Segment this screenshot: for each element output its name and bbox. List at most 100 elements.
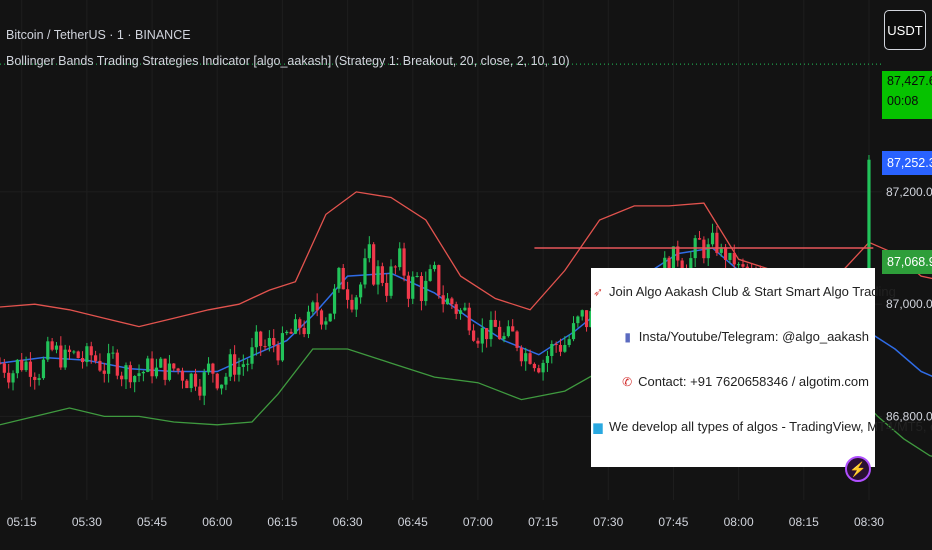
candle-body [485, 328, 489, 340]
candle-body [545, 355, 550, 363]
candle-body [15, 359, 19, 374]
candle-body [450, 298, 454, 305]
candle-body [67, 349, 72, 353]
time-axis-label: 07:00 [463, 515, 493, 529]
price-axis-label: 87,200.00 [886, 185, 932, 199]
candle-body [11, 373, 15, 383]
candle-body [332, 288, 337, 314]
candle-body [493, 319, 497, 327]
candle-body [7, 372, 11, 383]
candle-body [24, 361, 28, 371]
candle-body [0, 363, 2, 365]
candle-body [72, 351, 76, 353]
candle-body [141, 371, 145, 374]
candle-body [202, 372, 206, 396]
candle-body [246, 363, 250, 365]
phone-icon: ▮ [624, 330, 632, 344]
time-axis-label: 06:15 [267, 515, 297, 529]
candle-body [359, 284, 363, 298]
indicator-title[interactable]: Bollinger Bands Trading Strategies Indic… [6, 54, 570, 68]
candle-body [402, 248, 406, 276]
candle-body [315, 302, 319, 311]
candle-body [146, 358, 150, 372]
candle-body [89, 346, 93, 356]
candle-body [328, 313, 332, 322]
time-axis[interactable]: 05:15 05:30 05:45 06:00 06:15 06:30 06:45 07:00… [7, 515, 885, 529]
candle-body [80, 358, 85, 363]
candle-body [441, 295, 445, 305]
candle-body [189, 373, 193, 389]
candle-body [298, 319, 302, 328]
candle-body [250, 347, 254, 364]
candle-body [715, 232, 719, 253]
symbol-title: Bitcoin / TetherUS · 1 · BINANCE [6, 28, 191, 42]
lightning-icon[interactable]: ⚡ [845, 456, 871, 482]
candle-body [737, 264, 741, 266]
candle-body [206, 363, 211, 373]
candle-body [372, 244, 376, 285]
time-axis-label: 06:30 [333, 515, 363, 529]
candle-body [702, 239, 706, 259]
candle-body [193, 373, 198, 387]
candle-body [415, 275, 419, 277]
candle-body [293, 319, 298, 334]
bar-countdown: 00:08 [887, 94, 919, 108]
candle-body [354, 297, 358, 310]
candle-body [98, 360, 102, 371]
candle-body [558, 344, 563, 352]
candle-body [185, 380, 189, 389]
candle-body [337, 267, 341, 289]
candle-body [424, 280, 428, 302]
candle-body [467, 307, 471, 331]
candle-body [710, 232, 715, 245]
last-price-tag: 87,427.63 00:08 [882, 71, 932, 119]
time-axis-label: 08:30 [854, 515, 884, 529]
time-axis-label: 05:30 [72, 515, 102, 529]
price-axis[interactable]: 87,200.0087,000.0086,800.00 [886, 185, 932, 423]
lower-band-price-tag: 87,068.97 [882, 250, 932, 274]
candle-body [406, 275, 411, 299]
candle-body [515, 331, 519, 348]
candle-body [46, 341, 50, 360]
candle-body [93, 355, 98, 361]
candle-body [363, 258, 367, 285]
candle-body [215, 373, 219, 389]
candle-body [324, 321, 328, 325]
candle-body [289, 331, 293, 334]
candle-body [554, 343, 558, 345]
candle-body [128, 365, 132, 383]
candle-body [41, 359, 46, 379]
candle-body [259, 331, 263, 347]
candle-body [198, 386, 202, 396]
candle-body [580, 310, 584, 317]
candle-body [50, 341, 54, 350]
candle-body [228, 354, 232, 377]
candle-body [524, 353, 528, 362]
candle-body [85, 346, 89, 363]
candle-body [498, 326, 502, 340]
candle-body [180, 370, 185, 381]
candle-body [567, 339, 571, 345]
candle-body [224, 376, 228, 385]
candle-body [428, 269, 432, 281]
candle-body [237, 366, 241, 375]
last-price-value: 87,427.63 [887, 74, 932, 88]
currency-button[interactable]: USDT [884, 10, 926, 50]
candle-body [263, 346, 267, 348]
time-axis-label: 07:15 [528, 515, 558, 529]
candle-body [345, 289, 350, 300]
candle-body [176, 368, 180, 371]
candle-body [20, 359, 24, 371]
info-row: ➶ Join Algo Aakash Club & Start Smart Alg… [591, 282, 896, 327]
candle-body [306, 311, 311, 335]
candle-body [111, 352, 115, 354]
candle-body [506, 326, 510, 337]
candle-body [437, 265, 441, 296]
price-axis-label: 87,000.00 [886, 297, 932, 311]
candle-body [471, 330, 476, 341]
candle-body [380, 266, 384, 283]
candle-body [211, 363, 215, 374]
time-axis-label: 05:15 [7, 515, 37, 529]
candle-body [419, 275, 424, 302]
candle-body [120, 375, 124, 380]
